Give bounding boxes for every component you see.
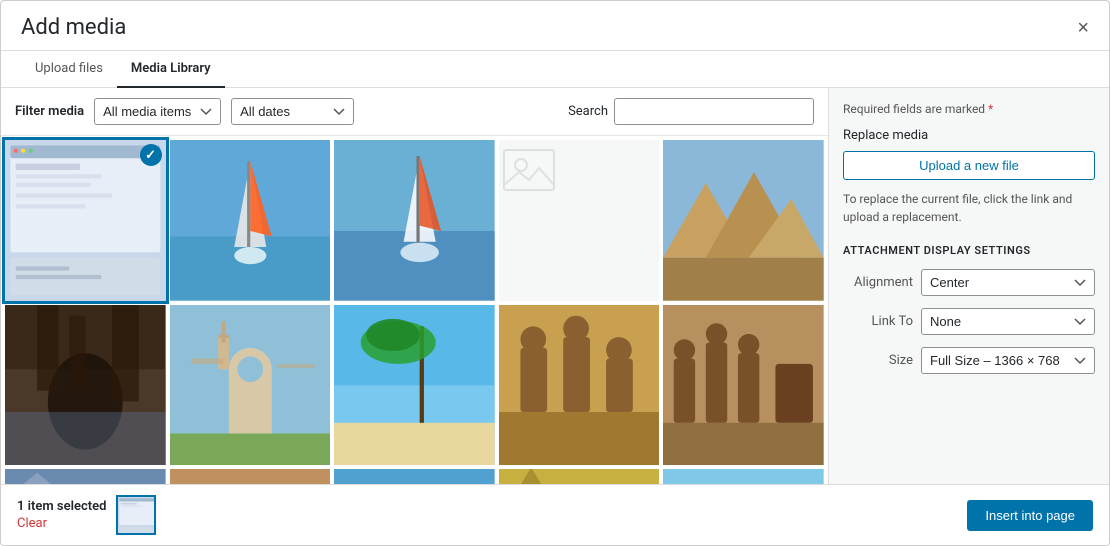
date-select[interactable]: All dates January 2024 February 2024 bbox=[231, 98, 354, 125]
size-label: Size bbox=[843, 353, 913, 368]
sidebar-panel: Required fields are marked * Replace med… bbox=[829, 88, 1109, 484]
search-label: Search bbox=[568, 104, 608, 119]
size-row: Size Full Size – 1366 × 768 Large Medium… bbox=[843, 347, 1095, 374]
tab-upload-files[interactable]: Upload files bbox=[21, 51, 117, 88]
media-item-10[interactable] bbox=[663, 305, 824, 466]
upload-new-file-button[interactable]: Upload a new file bbox=[843, 151, 1095, 180]
link-to-row: Link To None Media File Attachment Page … bbox=[843, 308, 1095, 335]
media-item-15[interactable] bbox=[663, 469, 824, 484]
selected-checkmark: ✓ bbox=[140, 144, 162, 166]
filter-label: Filter media bbox=[15, 104, 84, 119]
search-input[interactable] bbox=[614, 98, 814, 125]
replace-media-label: Replace media bbox=[843, 128, 1095, 143]
link-to-select[interactable]: None Media File Attachment Page Custom U… bbox=[921, 308, 1095, 335]
modal-footer: 1 item selected Clear Insert into page bbox=[1, 484, 1109, 545]
media-item-5[interactable] bbox=[663, 140, 824, 301]
media-item-6[interactable] bbox=[5, 305, 166, 466]
media-type-select[interactable]: All media items Images Audio Video bbox=[94, 98, 221, 125]
media-grid-wrapper[interactable]: ✓ bbox=[1, 136, 828, 484]
insert-into-page-button[interactable]: Insert into page bbox=[967, 500, 1093, 531]
footer-left: 1 item selected Clear bbox=[17, 495, 156, 535]
modal-title: Add media bbox=[21, 15, 126, 40]
attachment-settings-label: ATTACHMENT DISPLAY SETTINGS bbox=[843, 244, 1095, 257]
close-button[interactable]: × bbox=[1077, 18, 1089, 38]
alignment-select[interactable]: Center Left Right None bbox=[921, 269, 1095, 296]
replace-description: To replace the current file, click the l… bbox=[843, 190, 1095, 226]
media-item-11[interactable] bbox=[5, 469, 166, 484]
search-area: Search bbox=[568, 98, 814, 125]
selected-thumbnail bbox=[116, 495, 156, 535]
alignment-row: Alignment Center Left Right None bbox=[843, 269, 1095, 296]
alignment-label: Alignment bbox=[843, 275, 913, 290]
required-note: Required fields are marked * bbox=[843, 102, 1095, 116]
media-item-9[interactable] bbox=[499, 305, 660, 466]
tab-media-library[interactable]: Media Library bbox=[117, 51, 225, 88]
modal-body: Filter media All media items Images Audi… bbox=[1, 88, 1109, 484]
media-grid: ✓ bbox=[1, 136, 828, 484]
media-item-3[interactable] bbox=[334, 140, 495, 301]
media-item-1[interactable]: ✓ bbox=[5, 140, 166, 301]
tab-bar: Upload files Media Library bbox=[1, 51, 1109, 88]
modal-header: Add media × bbox=[1, 1, 1109, 51]
media-item-4[interactable] bbox=[499, 140, 660, 301]
media-item-14[interactable] bbox=[499, 469, 660, 484]
filter-bar: Filter media All media items Images Audi… bbox=[1, 88, 828, 136]
selected-info: 1 item selected bbox=[17, 499, 106, 514]
add-media-modal: Add media × Upload files Media Library F… bbox=[0, 0, 1110, 546]
link-to-label: Link To bbox=[843, 314, 913, 329]
media-panel: Filter media All media items Images Audi… bbox=[1, 88, 829, 484]
media-item-7[interactable] bbox=[170, 305, 331, 466]
media-item-12[interactable] bbox=[170, 469, 331, 484]
media-item-8[interactable] bbox=[334, 305, 495, 466]
size-select[interactable]: Full Size – 1366 × 768 Large Medium Thum… bbox=[921, 347, 1095, 374]
media-item-13[interactable] bbox=[334, 469, 495, 484]
clear-selection-link[interactable]: Clear bbox=[17, 516, 47, 531]
media-item-2[interactable] bbox=[170, 140, 331, 301]
